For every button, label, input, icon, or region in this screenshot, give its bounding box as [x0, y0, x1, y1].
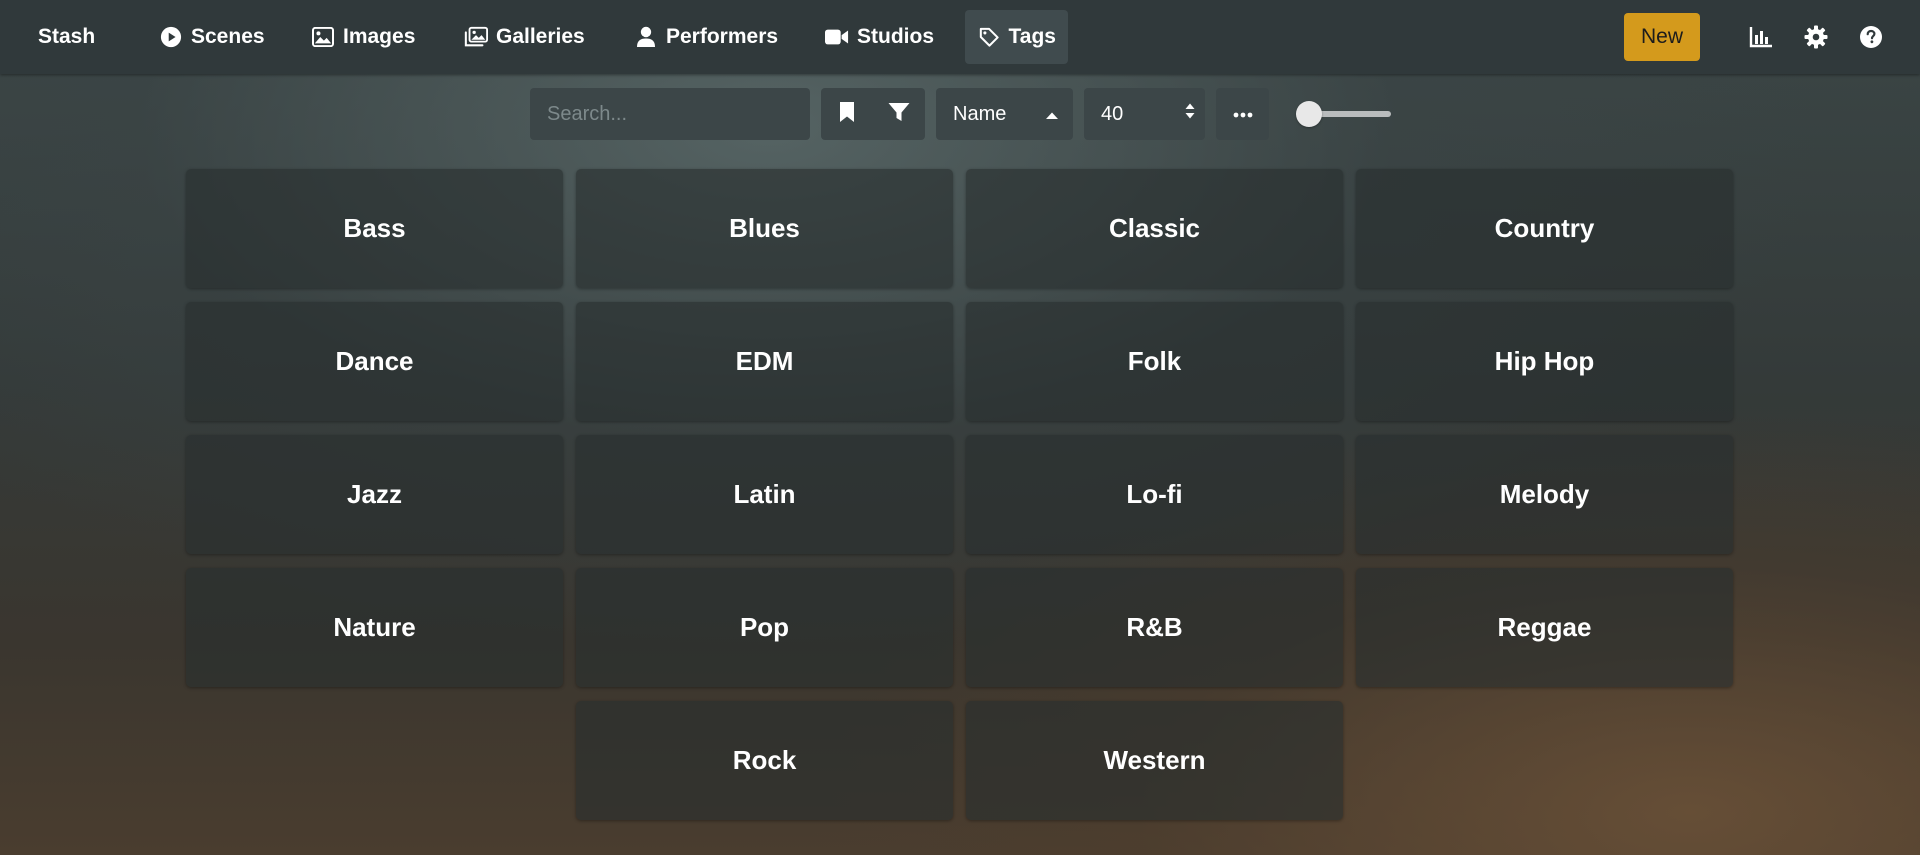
- tag-name: Pop: [739, 612, 790, 642]
- tag-card[interactable]: EDM: [576, 302, 953, 421]
- tag-icon: [977, 25, 1001, 49]
- gear-icon[interactable]: [1801, 22, 1831, 52]
- tag-name: Nature: [333, 612, 416, 642]
- bookmark-icon: [839, 101, 855, 128]
- nav-scenes-label: Scenes: [191, 25, 265, 48]
- tag-card[interactable]: Latin: [576, 435, 953, 554]
- tag-name: Country: [1494, 213, 1595, 243]
- tag-card[interactable]: Classic: [966, 169, 1343, 288]
- tag-card[interactable]: Bass: [186, 169, 563, 288]
- images-icon: [464, 25, 488, 49]
- new-button[interactable]: New: [1624, 13, 1700, 61]
- tag-card[interactable]: Western: [966, 701, 1343, 820]
- nav-studios[interactable]: Studios: [813, 10, 946, 64]
- tag-name: Rock: [732, 745, 797, 775]
- saved-filters-button[interactable]: [821, 88, 873, 140]
- tag-card[interactable]: Reggae: [1356, 568, 1733, 687]
- tag-name: Classic: [1108, 213, 1201, 243]
- user-icon: [634, 25, 658, 49]
- tag-card[interactable]: R&B: [966, 568, 1343, 687]
- per-page-value: 40: [1101, 102, 1124, 125]
- search-input[interactable]: [530, 88, 810, 140]
- nav-scenes[interactable]: Scenes: [147, 10, 277, 64]
- more-options-button[interactable]: [1216, 88, 1269, 140]
- tag-name: Reggae: [1497, 612, 1592, 642]
- zoom-slider-handle[interactable]: [1296, 101, 1322, 127]
- nav-tags[interactable]: Tags: [965, 10, 1068, 64]
- tag-name: Hip Hop: [1494, 346, 1595, 376]
- tag-card[interactable]: Country: [1356, 169, 1733, 288]
- tag-name: Latin: [733, 479, 796, 509]
- sort-by-label: Name: [953, 102, 1007, 125]
- nav-performers-label: Performers: [666, 25, 779, 48]
- tag-name: Blues: [729, 213, 800, 243]
- tag-name: Jazz: [347, 479, 402, 509]
- tag-name: R&B: [1126, 612, 1183, 642]
- nav-galleries-label: Galleries: [496, 25, 585, 48]
- nav-galleries[interactable]: Galleries: [452, 10, 597, 64]
- tag-card[interactable]: Pop: [576, 568, 953, 687]
- tag-card[interactable]: Folk: [966, 302, 1343, 421]
- sort-by-select[interactable]: Name: [936, 88, 1073, 140]
- filter-button[interactable]: [873, 88, 925, 140]
- tag-card[interactable]: Lo-fi: [966, 435, 1343, 554]
- tag-card[interactable]: Melody: [1356, 435, 1733, 554]
- stats-chart-icon[interactable]: [1746, 22, 1776, 52]
- zoom-slider[interactable]: [1296, 101, 1391, 127]
- image-icon: [311, 25, 335, 49]
- tag-name: Lo-fi: [1126, 479, 1183, 509]
- nav-tags-label: Tags: [1008, 25, 1056, 48]
- chevron-up-down-icon: [1184, 100, 1196, 128]
- ellipsis-icon: [1233, 105, 1253, 123]
- tag-card[interactable]: Rock: [576, 701, 953, 820]
- tag-name: Western: [1103, 745, 1206, 775]
- brand-link[interactable]: Stash: [38, 0, 95, 74]
- sort-direction-icon[interactable]: [1045, 103, 1059, 126]
- tag-name: Melody: [1499, 479, 1590, 509]
- tag-name: EDM: [735, 346, 794, 376]
- tag-card[interactable]: Blues: [576, 169, 953, 288]
- tag-card[interactable]: Nature: [186, 568, 563, 687]
- video-icon: [825, 25, 849, 49]
- filter-icon: [888, 102, 910, 127]
- filter-button-group: [821, 88, 925, 140]
- tag-name: Bass: [343, 213, 406, 243]
- tag-card[interactable]: Hip Hop: [1356, 302, 1733, 421]
- nav-images-label: Images: [343, 25, 416, 48]
- nav-performers[interactable]: Performers: [622, 10, 790, 64]
- tag-name: Folk: [1127, 346, 1182, 376]
- tag-card[interactable]: Dance: [186, 302, 563, 421]
- help-icon[interactable]: [1856, 22, 1886, 52]
- tag-card[interactable]: Jazz: [186, 435, 563, 554]
- nav-images[interactable]: Images: [299, 10, 427, 64]
- play-circle-icon: [159, 25, 183, 49]
- nav-studios-label: Studios: [857, 25, 934, 48]
- top-navbar: Stash Scenes Images Galleries Performers…: [0, 0, 1920, 74]
- tag-name: Dance: [335, 346, 414, 376]
- per-page-select[interactable]: 40: [1084, 88, 1205, 140]
